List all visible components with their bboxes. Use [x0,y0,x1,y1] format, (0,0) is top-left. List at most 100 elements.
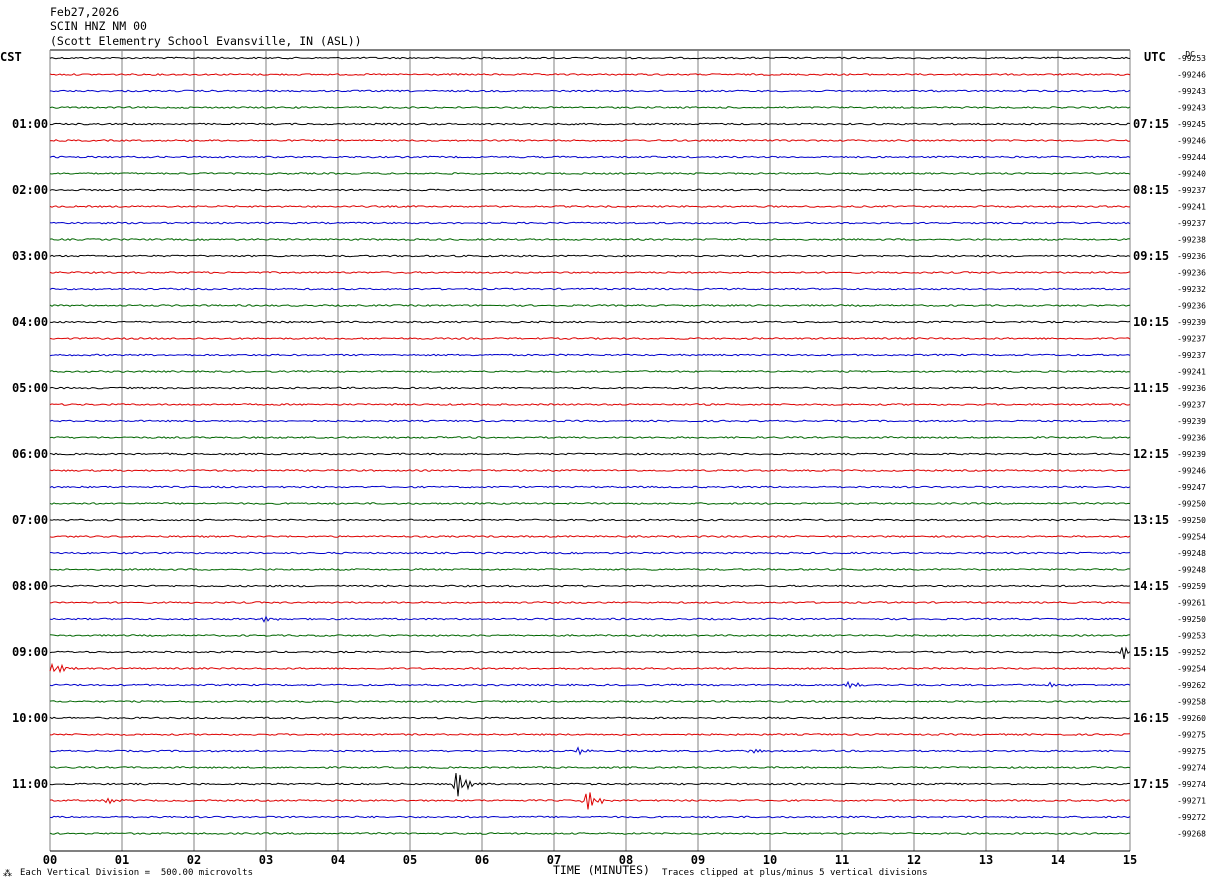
right-hour-label: 07:15 [1133,117,1169,131]
seismic-trace [49,386,1131,390]
seismic-trace [49,304,1131,307]
seismic-trace [49,535,1131,538]
scale-icon: ⁂ [3,869,12,879]
dc-offset-label: -99272 [1177,813,1206,822]
seismic-trace [49,337,1131,340]
dc-offset-label: -99275 [1177,731,1206,740]
right-hour-label: 12:15 [1133,447,1169,461]
seismic-trace [49,73,1131,76]
dc-offset-label: -99236 [1177,302,1206,311]
dc-offset-label: -99274 [1177,780,1206,789]
seismic-trace [49,271,1131,274]
seismic-trace [49,792,1131,810]
seismic-trace [49,469,1131,472]
seismic-trace [49,680,1131,690]
dc-offset-label: -99268 [1177,830,1206,839]
seismic-trace [49,353,1131,357]
left-hour-label: 06:00 [12,447,48,461]
dc-offset-label: -99236 [1177,434,1206,443]
seismic-trace [49,601,1131,604]
x-tick-label: 06 [475,853,489,867]
seismic-trace [49,766,1131,769]
right-hour-label: 14:15 [1133,579,1169,593]
dc-offset-label: -99232 [1177,285,1206,294]
dc-offset-label: -99261 [1177,599,1206,608]
seismic-trace [49,733,1131,736]
seismic-trace [49,700,1131,703]
seismic-trace [49,815,1131,819]
dc-offset-label: -99239 [1177,450,1206,459]
right-hour-label: 13:15 [1133,513,1169,527]
dc-offset-label: -99250 [1177,615,1206,624]
right-hour-label: 15:15 [1133,645,1169,659]
right-hour-label: 10:15 [1133,315,1169,329]
left-hour-label: 02:00 [12,183,48,197]
seismic-trace [49,662,1131,674]
left-hour-label: 08:00 [12,579,48,593]
dc-offset-label: -99239 [1177,318,1206,327]
seismic-trace [49,452,1131,456]
seismic-trace [49,746,1131,756]
dc-header-label: DC [1185,50,1195,59]
seismic-trace [49,436,1131,439]
x-tick-label: 03 [259,853,273,867]
dc-offset-label: -99241 [1177,368,1206,377]
dc-offset-label: -99258 [1177,698,1206,707]
right-hour-label: 08:15 [1133,183,1169,197]
dc-offset-label: -99260 [1177,714,1206,723]
dc-offset-label: -99247 [1177,483,1206,492]
dc-offset-label: -99271 [1177,797,1206,806]
dc-offset-label: -99274 [1177,764,1206,773]
x-tick-label: 00 [43,853,57,867]
seismic-trace [49,551,1131,555]
dc-offset-label: -99240 [1177,170,1206,179]
dc-offset-label: -99237 [1177,401,1206,410]
seismic-trace [49,518,1131,522]
seismic-trace [49,56,1131,60]
dc-offset-label: -99252 [1177,648,1206,657]
x-tick-label: 10 [763,853,777,867]
seismic-trace [49,122,1131,126]
seismic-trace [49,172,1131,175]
dc-offset-label: -99243 [1177,87,1206,96]
left-hour-label: 09:00 [12,645,48,659]
seismic-trace [49,221,1131,225]
x-tick-label: 02 [187,853,201,867]
seismic-trace [49,254,1131,258]
seismic-trace [49,89,1131,93]
seismic-trace [49,568,1131,571]
dc-offset-label: -99248 [1177,549,1206,558]
left-hour-label: 07:00 [12,513,48,527]
dc-offset-label: -99237 [1177,219,1206,228]
seismic-trace [49,419,1131,423]
dc-offset-label: -99246 [1177,137,1206,146]
dc-offset-label: -99254 [1177,533,1206,542]
seismic-trace [49,370,1131,373]
x-tick-label: 13 [979,853,993,867]
x-tick-label: 05 [403,853,417,867]
seismic-trace [49,485,1131,489]
dc-offset-label: -99237 [1177,351,1206,360]
seismic-trace [49,320,1131,324]
left-hour-label: 11:00 [12,777,48,791]
dc-offset-label: -99241 [1177,203,1206,212]
dc-offset-label: -99237 [1177,186,1206,195]
dc-offset-label: -99262 [1177,681,1206,690]
seismic-trace [49,832,1131,835]
dc-offset-label: -99236 [1177,384,1206,393]
dc-offset-label: -99254 [1177,665,1206,674]
dc-offset-label: -99236 [1177,252,1206,261]
seismic-trace [49,139,1131,142]
vertical-division-note: Each Vertical Division = 500.00 microvol… [20,868,253,878]
seismic-trace [49,634,1131,637]
dc-offset-label: -99246 [1177,71,1206,80]
right-hour-label: 17:15 [1133,777,1169,791]
dc-offset-label: -99250 [1177,516,1206,525]
left-hour-label: 05:00 [12,381,48,395]
dc-offset-label: -99244 [1177,153,1206,162]
dc-offset-label: -99239 [1177,417,1206,426]
dc-offset-label: -99237 [1177,335,1206,344]
x-tick-label: 15 [1123,853,1137,867]
seismic-trace [49,287,1131,291]
seismic-trace [49,205,1131,208]
